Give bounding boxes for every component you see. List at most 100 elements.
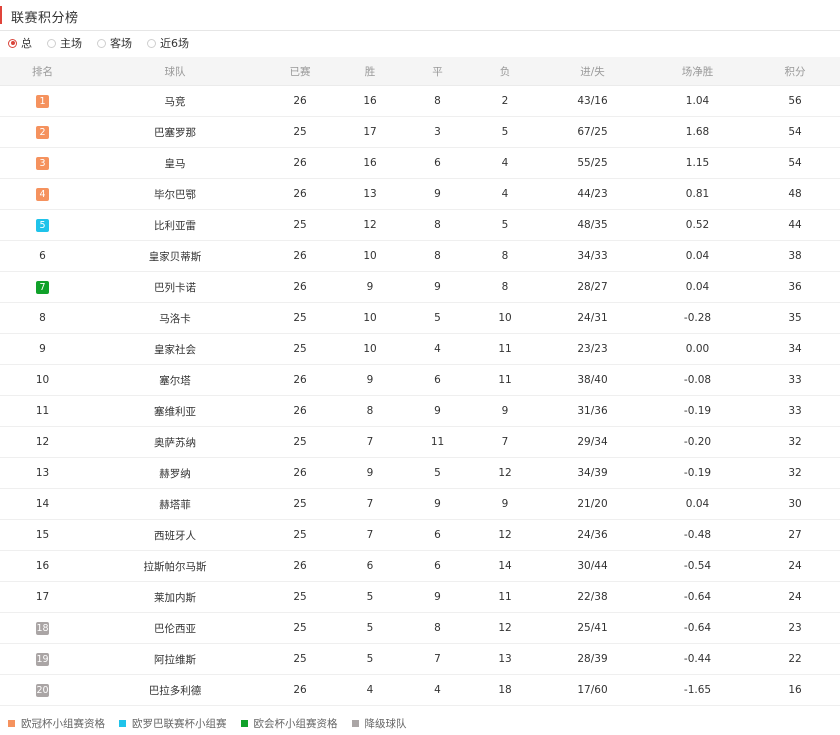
cell-loss: 11	[470, 333, 540, 365]
cell-draw: 5	[405, 457, 470, 489]
cell-loss: 4	[470, 178, 540, 210]
cell-goals: 22/38	[540, 581, 645, 613]
table-header-row: 排名 球队 已赛胜平负进/失 场净胜 积分	[0, 57, 840, 86]
cell-rank: 13	[0, 457, 85, 489]
cell-team: 比利亚雷	[85, 209, 265, 241]
cell-points: 35	[750, 302, 840, 334]
table-row: 7 巴列卡诺 26 9 9 8 28/27 0.04 36	[0, 271, 840, 303]
cell-loss: 13	[470, 643, 540, 675]
cell-team: 皇家贝蒂斯	[85, 240, 265, 272]
cell-gd-per-game: -0.20	[645, 426, 750, 458]
legend-label: 欧罗巴联赛杯小组赛	[132, 717, 227, 730]
filter-radio-group: 总 主场 客场 近6场	[8, 34, 204, 52]
cell-loss: 12	[470, 612, 540, 644]
table-row: 15 西班牙人 25 7 6 12 24/36 -0.48 27	[0, 519, 840, 551]
filter-option[interactable]: 主场	[47, 35, 82, 51]
cell-goals: 38/40	[540, 364, 645, 396]
cell-rank: 16	[0, 550, 85, 582]
cell-win: 7	[335, 519, 405, 551]
rank-badge: 7	[36, 280, 49, 294]
rank-badge: 2	[36, 125, 49, 139]
filter-option[interactable]: 总	[8, 35, 32, 51]
cell-team: 赫罗纳	[85, 457, 265, 489]
cell-goals: 48/35	[540, 209, 645, 241]
header-win: 胜	[335, 57, 405, 86]
rank-number: 6	[39, 250, 46, 262]
cell-win: 9	[335, 457, 405, 489]
cell-goals: 21/20	[540, 488, 645, 520]
legend-item: 欧罗巴联赛杯小组赛	[119, 716, 227, 731]
cell-gd-per-game: 1.15	[645, 147, 750, 179]
cell-draw: 4	[405, 333, 470, 365]
cell-goals: 23/23	[540, 333, 645, 365]
cell-draw: 5	[405, 302, 470, 334]
cell-played: 26	[265, 457, 335, 489]
cell-rank: 15	[0, 519, 85, 551]
filter-label: 主场	[60, 37, 82, 50]
cell-team: 西班牙人	[85, 519, 265, 551]
cell-points: 30	[750, 488, 840, 520]
cell-draw: 11	[405, 426, 470, 458]
table-row: 16 拉斯帕尔马斯 26 6 6 14 30/44 -0.54 24	[0, 550, 840, 582]
cell-rank: 8	[0, 302, 85, 334]
radio-unselected-icon[interactable]	[97, 38, 106, 48]
standings-table: 排名 球队 已赛胜平负进/失 场净胜 积分 1 马竞 26 16 8 2 43/16 1.04 56 2 巴…	[0, 57, 840, 706]
cell-win: 5	[335, 581, 405, 613]
cell-team: 皇马	[85, 147, 265, 179]
filter-option[interactable]: 客场	[97, 35, 132, 51]
cell-team: 巴伦西亚	[85, 612, 265, 644]
cell-goals: 34/33	[540, 240, 645, 272]
filter-option[interactable]: 近6场	[147, 35, 189, 51]
cell-goals: 28/39	[540, 643, 645, 675]
cell-win: 5	[335, 612, 405, 644]
cell-loss: 2	[470, 85, 540, 117]
cell-gd-per-game: 0.81	[645, 178, 750, 210]
cell-played: 25	[265, 488, 335, 520]
cell-goals: 24/31	[540, 302, 645, 334]
cell-gd-per-game: 1.04	[645, 85, 750, 117]
cell-draw: 8	[405, 85, 470, 117]
rank-number: 17	[35, 591, 50, 603]
cell-rank: 12	[0, 426, 85, 458]
cell-team: 马竞	[85, 85, 265, 117]
cell-win: 16	[335, 85, 405, 117]
cell-win: 5	[335, 643, 405, 675]
cell-win: 17	[335, 116, 405, 148]
cell-points: 32	[750, 426, 840, 458]
cell-loss: 8	[470, 240, 540, 272]
filter-label: 总	[21, 37, 32, 50]
cell-gd-per-game: -0.64	[645, 581, 750, 613]
table-row: 14 赫塔菲 25 7 9 9 21/20 0.04 30	[0, 488, 840, 520]
cell-loss: 10	[470, 302, 540, 334]
cell-goals: 34/39	[540, 457, 645, 489]
cell-gd-per-game: -0.19	[645, 457, 750, 489]
cell-played: 26	[265, 674, 335, 706]
table-row: 13 赫罗纳 26 9 5 12 34/39 -0.19 32	[0, 457, 840, 489]
table-row: 4 毕尔巴鄂 26 13 9 4 44/23 0.81 48	[0, 178, 840, 210]
cell-played: 26	[265, 395, 335, 427]
cell-win: 12	[335, 209, 405, 241]
cell-rank: 14	[0, 488, 85, 520]
cell-win: 7	[335, 426, 405, 458]
header-draw: 平	[405, 57, 470, 86]
rank-number: 15	[35, 529, 50, 541]
radio-selected-icon[interactable]	[8, 38, 17, 48]
cell-points: 38	[750, 240, 840, 272]
cell-rank: 2	[0, 116, 85, 148]
cell-loss: 4	[470, 147, 540, 179]
rank-number: 13	[35, 467, 50, 479]
cell-points: 22	[750, 643, 840, 675]
cell-loss: 12	[470, 457, 540, 489]
cell-draw: 9	[405, 488, 470, 520]
cell-points: 16	[750, 674, 840, 706]
page-title: 联赛积分榜	[11, 11, 79, 26]
radio-unselected-icon[interactable]	[147, 38, 156, 48]
legend-swatch-icon	[351, 719, 359, 727]
cell-draw: 8	[405, 240, 470, 272]
legend-swatch-icon	[119, 719, 126, 727]
cell-gd-per-game: 0.04	[645, 488, 750, 520]
rank-badge: 19	[36, 652, 49, 666]
cell-gd-per-game: 0.04	[645, 240, 750, 272]
cell-points: 48	[750, 178, 840, 210]
radio-unselected-icon[interactable]	[47, 38, 56, 48]
